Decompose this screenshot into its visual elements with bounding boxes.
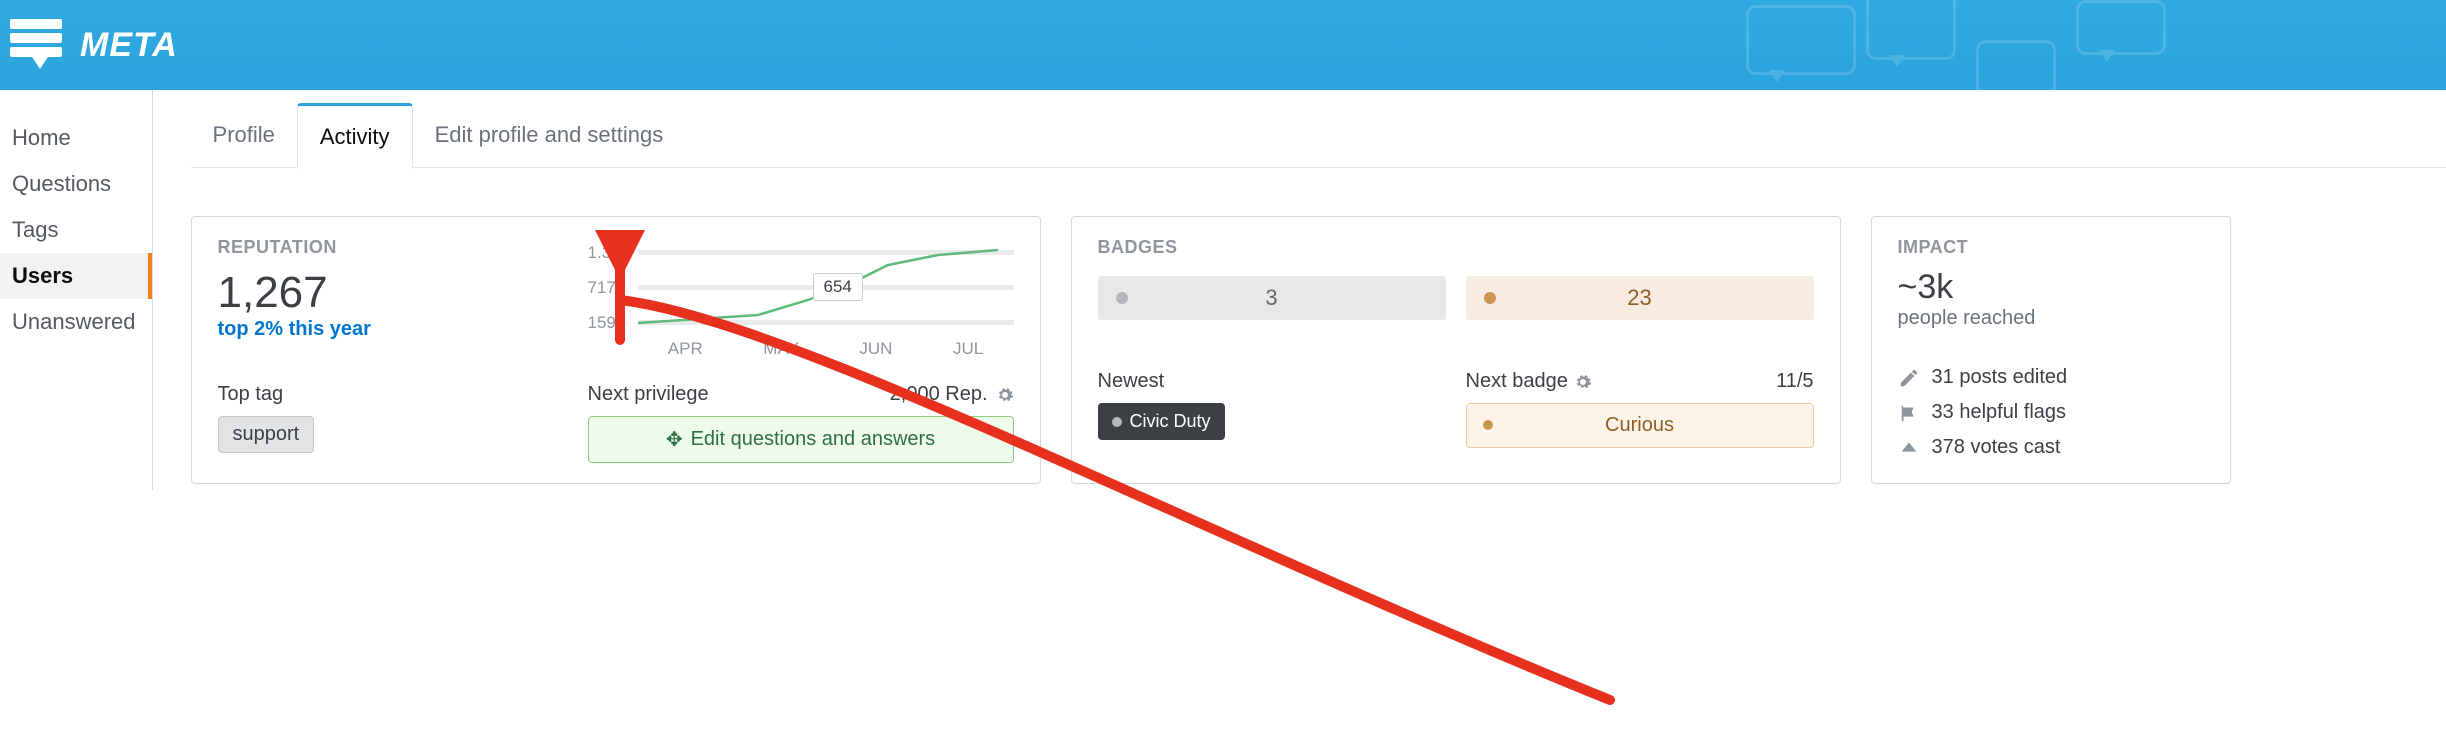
badge-dot-icon [1483, 420, 1493, 430]
bronze-badge-count[interactable]: 23 [1466, 276, 1814, 320]
newest-label: Newest [1098, 370, 1165, 393]
next-privilege-label: Next privilege [588, 383, 709, 406]
newest-badge-name: Civic Duty [1130, 411, 1211, 432]
next-privilege-button[interactable]: ✥ Edit questions and answers [588, 416, 1014, 463]
badges-card: BADGES 3 23 Newest [1071, 216, 1841, 484]
chart-tooltip: 654 [813, 273, 863, 301]
next-badge-name: Curious [1605, 414, 1674, 436]
reputation-title: REPUTATION [218, 237, 588, 258]
chart-y-tick: 159 [588, 313, 616, 333]
left-sidebar: Home Questions Tags Users Unanswered [0, 90, 153, 490]
triangle-up-icon [1898, 437, 1920, 459]
reputation-card: REPUTATION 1,267 top 2% this year 1.3k 7… [191, 216, 1041, 484]
impact-item-text: 31 posts edited [1932, 366, 2068, 389]
reputation-rank-link[interactable]: top 2% this year [218, 318, 371, 340]
impact-value: ~3k [1898, 268, 2204, 307]
tab-profile[interactable]: Profile [191, 104, 297, 166]
site-logo[interactable]: META [10, 19, 178, 71]
impact-helpful-flags[interactable]: 33 helpful flags [1898, 401, 2204, 424]
chart-y-tick: 1.3k [588, 243, 620, 263]
badge-dot-icon [1112, 417, 1122, 427]
decorative-bubbles [1746, 0, 2446, 90]
gear-icon[interactable] [996, 386, 1014, 404]
sidebar-item-questions[interactable]: Questions [0, 161, 152, 207]
tab-activity[interactable]: Activity [297, 103, 413, 169]
sidebar-item-tags[interactable]: Tags [0, 207, 152, 253]
tab-edit-profile[interactable]: Edit profile and settings [413, 104, 686, 166]
impact-votes-cast[interactable]: 378 votes cast [1898, 436, 2204, 459]
silver-badge-count[interactable]: 3 [1098, 276, 1446, 320]
impact-posts-edited[interactable]: 31 posts edited [1898, 366, 2204, 389]
chart-x-tick: APR [668, 339, 703, 359]
edit-icon: ✥ [666, 427, 683, 452]
bronze-count: 23 [1627, 285, 1651, 311]
silver-count: 3 [1265, 285, 1277, 311]
newest-badge[interactable]: Civic Duty [1098, 403, 1225, 440]
impact-card: IMPACT ~3k people reached 31 posts edite… [1871, 216, 2231, 484]
next-badge-progress: 11/5 [1776, 370, 1813, 393]
bronze-dot-icon [1484, 292, 1496, 304]
next-badge-label: Next badge [1466, 370, 1568, 393]
impact-item-text: 378 votes cast [1932, 436, 2061, 459]
badges-title: BADGES [1098, 237, 1814, 258]
speech-stack-icon [10, 19, 62, 71]
top-tag-button[interactable]: support [218, 416, 315, 453]
reputation-value: 1,267 [218, 268, 588, 318]
chart-x-tick: JUL [953, 339, 983, 359]
pencil-icon [1898, 367, 1920, 389]
sidebar-item-home[interactable]: Home [0, 115, 152, 161]
sidebar-item-unanswered[interactable]: Unanswered [0, 299, 152, 345]
next-privilege-rep: 2,000 Rep. [890, 383, 988, 406]
silver-dot-icon [1116, 292, 1128, 304]
chart-y-tick: 717 [588, 278, 616, 298]
impact-title: IMPACT [1898, 237, 2204, 258]
brand-text: META [80, 26, 178, 65]
next-badge[interactable]: Curious [1466, 403, 1814, 448]
impact-item-text: 33 helpful flags [1932, 401, 2067, 424]
chart-x-tick: MAY [763, 339, 799, 359]
impact-sub: people reached [1898, 307, 2204, 330]
reputation-chart: 1.3k 717 159 654 APR MAY JUN JUL [588, 245, 1014, 355]
flag-icon [1898, 402, 1920, 424]
sidebar-item-users[interactable]: Users [0, 253, 152, 299]
next-privilege-name: Edit questions and answers [691, 428, 936, 451]
top-banner: META [0, 0, 2446, 90]
gear-icon[interactable] [1574, 373, 1592, 391]
chart-x-tick: JUN [859, 339, 892, 359]
top-tag-label: Top tag [218, 383, 588, 406]
profile-tabs: Profile Activity Edit profile and settin… [191, 102, 2446, 168]
